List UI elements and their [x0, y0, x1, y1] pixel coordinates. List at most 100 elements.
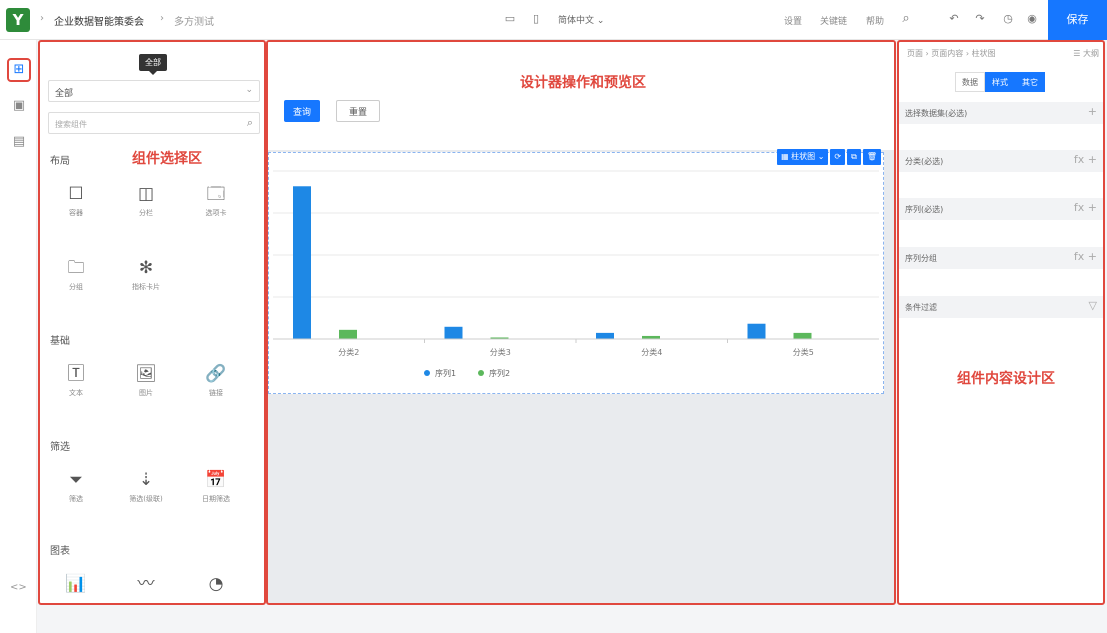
property-area-title: 组件内容设计区 — [957, 371, 1055, 387]
desktop-view-icon[interactable]: ▭ — [502, 11, 518, 27]
component-search-input[interactable]: 搜索组件 ⌕ — [48, 112, 260, 134]
tab-1[interactable]: 样式 — [985, 72, 1015, 92]
component-item[interactable]: 🅃 文本 — [46, 362, 106, 398]
component-item[interactable]: 〰 — [116, 572, 176, 598]
legend-marker — [478, 370, 484, 376]
section-label: 筛选 — [50, 442, 70, 453]
component-label: 文本 — [69, 389, 83, 397]
columns-icon: ◫ — [137, 184, 155, 204]
tab-0[interactable]: 数据 — [955, 72, 985, 92]
component-label: 日期筛选 — [202, 495, 230, 503]
history-icon[interactable]: ◷ — [1000, 11, 1016, 27]
metric-card-icon: ✻ — [138, 258, 154, 278]
component-label: 分组 — [69, 283, 83, 291]
container-icon: ☐ — [68, 184, 84, 204]
folder-icon: 🗀 — [67, 258, 85, 278]
legend-marker — [424, 370, 430, 376]
bar-序列1-分类4 — [596, 332, 614, 339]
app-logo[interactable]: Y — [6, 8, 30, 32]
language-select[interactable]: 简体中文 ⌄ — [558, 13, 604, 26]
query-button[interactable]: 查询 — [284, 100, 320, 122]
line-chart-icon: 〰 — [137, 574, 155, 594]
category-select[interactable]: 全部 ⌄ — [48, 80, 260, 102]
bar-chart: 分类2 分类3 分类4 分类5 序列1 序列2 — [273, 170, 879, 378]
property-breadcrumb: 页面 › 页面内容 › 柱状图 — [907, 49, 996, 58]
components-icon[interactable]: ⊞ — [7, 58, 31, 82]
search-icon: ⌕ — [246, 116, 253, 129]
property-actions[interactable]: fx + — [1074, 201, 1097, 214]
shortcut-link[interactable]: 关键链 — [820, 14, 847, 27]
top-bar: Y › 企业数据智能策委会 › 多方测试 ▭ ▯ 简体中文 ⌄ 设置 关键链 帮… — [0, 0, 1107, 40]
property-label: 条件过滤 — [905, 303, 937, 312]
settings-link[interactable]: 设置 — [784, 14, 802, 27]
language-value: 简体中文 — [558, 16, 595, 26]
outline-toggle[interactable]: ☰ 大纲 — [1073, 48, 1099, 59]
pie-chart-icon: ◔ — [208, 574, 224, 594]
component-label: 指标卡片 — [132, 283, 160, 291]
component-item[interactable]: 🗀 分组 — [46, 256, 106, 292]
component-label: 链接 — [209, 389, 223, 397]
tooltip: 全部 — [139, 54, 167, 75]
tab-2[interactable]: 其它 — [1015, 72, 1045, 92]
breadcrumb-page[interactable]: 多方测试 — [174, 13, 214, 28]
component-item[interactable]: ⇣ 筛选(级联) — [116, 468, 176, 504]
query-area: 设计器操作和预览区 查询 重置 — [268, 42, 894, 150]
property-actions[interactable]: fx + — [1074, 250, 1097, 263]
link-icon: 🔗 — [205, 364, 227, 384]
component-item[interactable]: ⏷ 筛选 — [46, 468, 106, 504]
preview-eye-icon[interactable]: ◉ — [1024, 11, 1040, 27]
component-item[interactable]: 📊 — [46, 572, 106, 598]
component-item[interactable]: 🔗 链接 — [186, 362, 246, 398]
layout-icon[interactable]: ▣ — [7, 94, 31, 118]
property-row[interactable]: 条件过滤 ▽ — [899, 296, 1103, 318]
component-label: 图片 — [139, 389, 153, 397]
reset-button[interactable]: 重置 — [336, 100, 380, 122]
page-icon[interactable]: ▤ — [7, 130, 31, 154]
section-label: 布局 — [50, 156, 70, 167]
chevron-right-icon: › — [40, 13, 44, 24]
property-row[interactable]: 序列分组 fx + — [899, 247, 1103, 269]
property-row[interactable]: 选择数据集(必选) + — [899, 102, 1103, 124]
legend-label: 序列1 — [435, 368, 456, 378]
component-panel: 全部 全部 ⌄ 搜索组件 ⌕ 组件选择区 布局 ☐ 容器 ◫ 分栏 🗔 选项卡 🗀 分组 ✻ 指标卡… — [38, 40, 266, 605]
property-actions[interactable]: + — [1088, 105, 1097, 118]
mobile-view-icon[interactable]: ▯ — [528, 11, 544, 27]
left-rail: ⊞ ▣ ▤ — [0, 40, 37, 633]
component-item[interactable]: 🗔 选项卡 — [186, 182, 246, 218]
code-toggle-icon[interactable]: <> — [10, 582, 27, 593]
property-row[interactable]: 分类(必选) fx + — [899, 150, 1103, 172]
component-item[interactable]: ◫ 分栏 — [116, 182, 176, 218]
x-tick-label: 分类4 — [641, 347, 662, 357]
chevron-down-icon: ⌄ — [245, 85, 253, 95]
x-tick-label: 分类2 — [338, 347, 359, 357]
bar-序列2-分类5 — [793, 332, 812, 339]
component-item[interactable]: ✻ 指标卡片 — [116, 256, 176, 292]
undo-icon[interactable]: ↶ — [946, 11, 962, 27]
bar-序列1-分类3 — [444, 326, 463, 339]
category-select-value: 全部 — [55, 89, 74, 99]
tabs-icon: 🗔 — [206, 184, 226, 204]
cascade-filter-icon: ⇣ — [138, 470, 154, 490]
component-item[interactable]: ☐ 容器 — [46, 182, 106, 218]
component-item[interactable]: 📅 日期筛选 — [186, 468, 246, 504]
breadcrumb-project[interactable]: 企业数据智能策委会 — [54, 13, 144, 28]
x-tick-label: 分类3 — [490, 347, 511, 357]
component-label: 选项卡 — [205, 209, 227, 217]
component-item[interactable]: 🖼 图片 — [116, 362, 176, 398]
component-item[interactable]: ◔ — [186, 572, 246, 598]
help-link[interactable]: 帮助 — [866, 14, 884, 27]
component-label: 筛选 — [69, 495, 83, 503]
search-icon[interactable]: ⌕ — [898, 11, 914, 27]
image-icon: 🖼 — [135, 364, 157, 384]
redo-icon[interactable]: ↷ — [972, 11, 988, 27]
component-label: 分栏 — [139, 209, 153, 217]
save-button[interactable]: 保存 — [1048, 0, 1107, 40]
property-actions[interactable]: fx + — [1074, 153, 1097, 166]
x-tick-label: 分类5 — [793, 347, 814, 357]
property-label: 序列(必选) — [905, 205, 944, 214]
section-label: 基础 — [50, 336, 70, 347]
search-placeholder: 搜索组件 — [55, 120, 87, 129]
property-row[interactable]: 序列(必选) fx + — [899, 198, 1103, 220]
bar-chart-widget[interactable]: ▦ 柱状图 ⌄ ⟳ ⧉ 🗑 分类2 分类3 分类4 分类5 序列1 序列2 — [268, 149, 884, 394]
property-actions[interactable]: ▽ — [1089, 299, 1097, 312]
